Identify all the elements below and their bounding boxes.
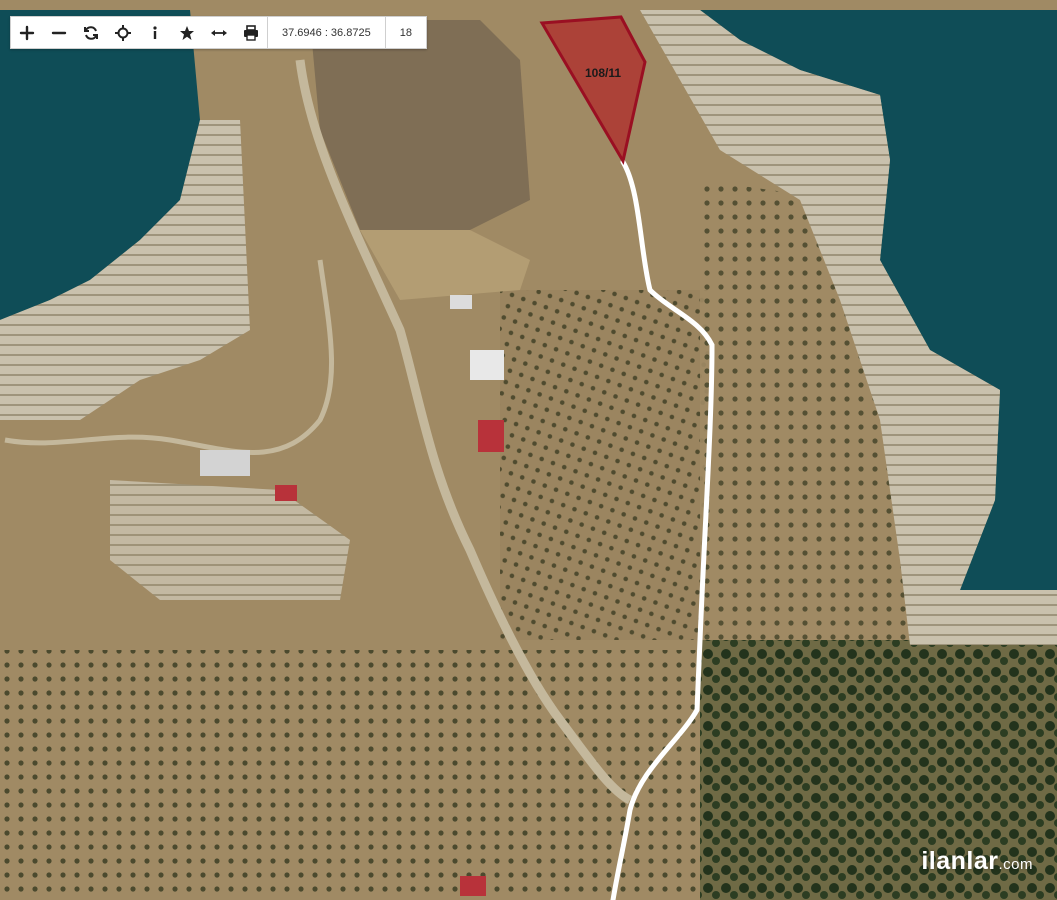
orchard-area-south: [0, 650, 700, 900]
building-red-roof: [478, 420, 504, 452]
map-toolbar: 37.6946 : 36.8725 18: [10, 16, 427, 49]
locate-button[interactable]: [107, 17, 139, 48]
plus-icon: [19, 25, 35, 40]
watermark-logo: ilanlar .com: [921, 847, 1033, 876]
print-icon: [244, 24, 258, 41]
star-icon: [180, 25, 194, 40]
building: [470, 350, 504, 380]
watermark-brand: ilanlar: [921, 847, 999, 875]
info-icon: [153, 25, 157, 39]
satellite-map[interactable]: 108/11: [0, 0, 1057, 900]
coordinate-readout: 37.6946 : 36.8725: [267, 17, 385, 48]
orchard-area-center: [500, 290, 710, 640]
crosshair-icon: [115, 24, 131, 41]
favorite-button[interactable]: [171, 17, 203, 48]
measure-button[interactable]: [203, 17, 235, 48]
zoom-out-button[interactable]: [43, 17, 75, 48]
building: [450, 295, 472, 309]
measure-arrows-icon: [211, 29, 227, 36]
minus-icon: [51, 31, 67, 34]
info-button[interactable]: [139, 17, 171, 48]
watermark-domain: .com: [998, 856, 1033, 873]
zoom-in-button[interactable]: [11, 17, 43, 48]
building-red-roof: [275, 485, 297, 501]
zoom-level-readout: 18: [384, 17, 426, 48]
refresh-button[interactable]: [75, 17, 107, 48]
print-button[interactable]: [235, 17, 267, 48]
parcel-label: 108/11: [585, 66, 621, 80]
refresh-icon: [84, 25, 98, 40]
building-red-roof: [460, 876, 486, 896]
building: [200, 450, 250, 476]
